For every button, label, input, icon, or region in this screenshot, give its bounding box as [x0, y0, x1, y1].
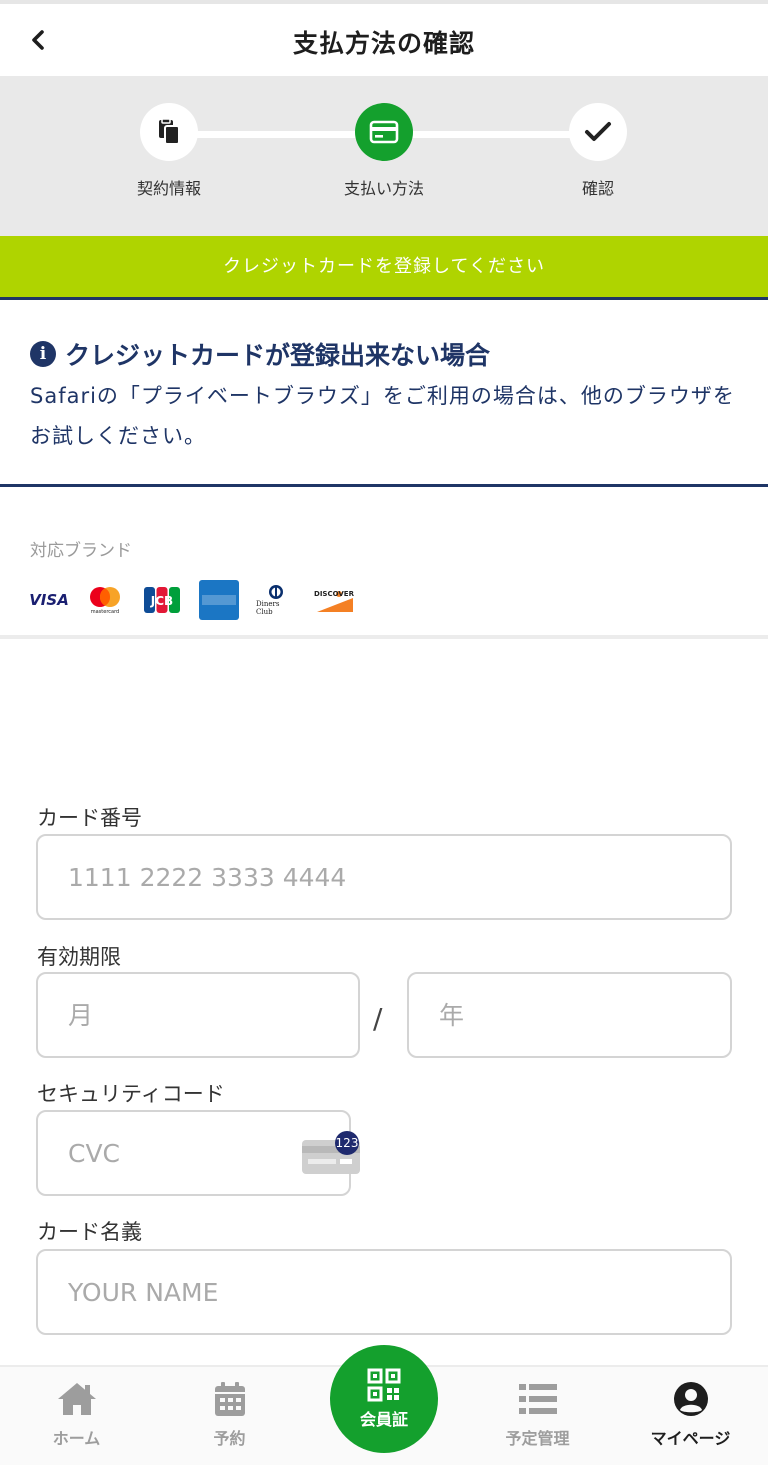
notice-body: Safariの「プライベートブラウズ」をご利用の場合は、他のブラウザをお試しくだ…	[30, 384, 735, 448]
user-circle-icon	[673, 1382, 708, 1416]
brand-logos: VISA mastercard JCB Diners Club DISCOVER	[29, 580, 372, 620]
step-confirm	[569, 103, 627, 161]
app-header: 支払方法の確認	[0, 4, 768, 76]
diners-club-logo: Diners Club	[256, 580, 296, 620]
nav-home[interactable]: ホーム	[0, 1367, 153, 1465]
list-icon	[518, 1384, 557, 1414]
security-code-field[interactable]: 123	[36, 1110, 360, 1196]
security-code-label: セキュリティコード	[37, 1082, 225, 1106]
jcb-logo: JCB	[142, 580, 182, 620]
step-contract-info	[140, 103, 198, 161]
expiry-year-input[interactable]	[409, 974, 730, 1056]
nav-reservation[interactable]: 予約	[153, 1367, 306, 1465]
step-label: 確認	[581, 179, 614, 198]
card-name-field[interactable]	[36, 1249, 732, 1335]
nav-schedule[interactable]: 予定管理	[461, 1367, 614, 1465]
nav-member-card[interactable]: 会員証	[330, 1345, 438, 1453]
expiry-month-input[interactable]	[38, 974, 358, 1056]
cvc-card-icon: 123	[300, 1130, 362, 1176]
divider	[0, 484, 768, 487]
card-number-input[interactable]	[38, 836, 730, 918]
mastercard-logo: mastercard	[85, 580, 125, 620]
nav-mypage[interactable]: マイページ	[614, 1367, 767, 1465]
step-connector	[384, 131, 598, 138]
calendar-icon	[214, 1382, 245, 1416]
card-number-label: カード番号	[37, 806, 142, 830]
svg-text:JCB: JCB	[150, 594, 173, 608]
discover-logo: DISCOVER	[313, 580, 355, 620]
check-icon	[585, 122, 611, 141]
card-number-field[interactable]	[36, 834, 732, 920]
notice-title: クレジットカードが登録出来ない場合	[65, 341, 491, 370]
bottom-nav: ホーム 予約 会員証 予定管理 マイページ	[0, 1345, 768, 1465]
visa-logo: VISA	[29, 591, 69, 609]
step-label: 契約情報	[136, 179, 201, 198]
expiry-separator: /	[373, 1002, 383, 1035]
card-name-input[interactable]	[38, 1251, 730, 1333]
step-payment-method	[355, 103, 413, 161]
section-divider	[0, 635, 768, 639]
expiry-label: 有効期限	[37, 945, 121, 969]
expiry-month-field[interactable]	[36, 972, 360, 1058]
progress-stepper: 契約情報 支払い方法 確認	[0, 76, 768, 236]
step-connector	[169, 131, 384, 138]
instruction-banner: クレジットカードを登録してください	[0, 236, 768, 297]
credit-card-icon	[369, 120, 399, 144]
amex-logo	[199, 580, 239, 620]
card-name-label: カード名義	[37, 1220, 142, 1244]
cvc-badge: 123	[335, 1136, 359, 1150]
qr-code-icon	[367, 1368, 401, 1402]
home-icon	[57, 1383, 96, 1415]
page-title: 支払方法の確認	[292, 29, 475, 58]
supported-brands-label: 対応ブランド	[30, 541, 132, 561]
info-icon: i	[30, 341, 56, 367]
notice-box: i クレジットカードが登録出来ない場合 Safariの「プライベートブラウズ」を…	[0, 300, 768, 484]
notice-heading: i クレジットカードが登録出来ない場合	[30, 336, 490, 372]
expiry-year-field[interactable]	[407, 972, 732, 1058]
step-label: 支払い方法	[343, 179, 424, 198]
documents-icon	[159, 118, 180, 145]
